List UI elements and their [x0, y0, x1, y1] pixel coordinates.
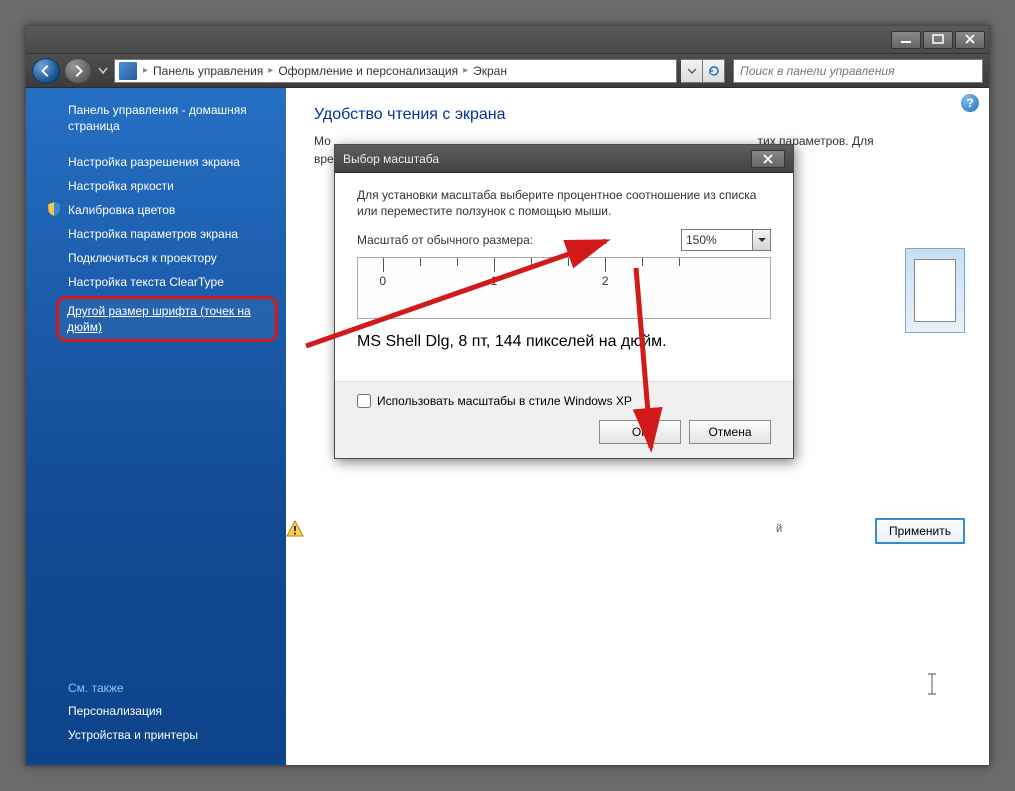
breadcrumb-item[interactable]: Экран [470, 64, 510, 78]
sidebar-item-cleartype[interactable]: Настройка текста ClearType [26, 270, 286, 294]
breadcrumb-item[interactable]: Оформление и персонализация [275, 64, 461, 78]
sidebar-item-brightness[interactable]: Настройка яркости [26, 174, 286, 198]
sidebar-item-calibration[interactable]: Калибровка цветов [26, 198, 286, 222]
window-titlebar [26, 26, 989, 54]
sample-text: MS Shell Dlg, 8 пт, 144 пикселей на дюйм… [357, 333, 771, 351]
forward-button[interactable] [64, 58, 92, 84]
truncated-text: й [776, 523, 782, 535]
ruler-tick-2: 2 [602, 274, 609, 288]
history-dropdown-icon[interactable] [96, 62, 110, 80]
breadcrumb-item[interactable]: Панель управления [150, 64, 266, 78]
scale-combobox[interactable]: 150% [681, 229, 753, 251]
dialog-instructions: Для установки масштаба выберите процентн… [357, 187, 771, 219]
preview-thumbnail [905, 248, 965, 333]
sidebar-item-screen-params[interactable]: Настройка параметров экрана [26, 222, 286, 246]
control-panel-window: ▸ Панель управления ▸ Оформление и персо… [25, 25, 990, 766]
maximize-button[interactable] [923, 31, 953, 49]
sidebar-item-dpi[interactable]: Другой размер шрифта (точек на дюйм) [56, 296, 278, 342]
warning-icon [286, 520, 304, 538]
address-bar[interactable]: ▸ Панель управления ▸ Оформление и персо… [114, 59, 677, 83]
control-panel-icon [119, 62, 137, 80]
xp-style-label: Использовать масштабы в стиле Windows XP [377, 394, 632, 408]
dialog-titlebar: Выбор масштаба [335, 145, 793, 173]
search-field[interactable] [733, 59, 983, 83]
scale-label: Масштаб от обычного размера: [357, 233, 681, 247]
scale-value: 150% [686, 233, 717, 247]
sidebar: Панель управления - домашняя страница На… [26, 88, 286, 765]
address-dropdown-icon[interactable] [681, 59, 703, 83]
refresh-button[interactable] [703, 59, 725, 83]
text-cursor-icon [925, 673, 939, 695]
apply-button[interactable]: Применить [875, 518, 965, 544]
minimize-button[interactable] [891, 31, 921, 49]
dialog-title: Выбор масштаба [343, 152, 751, 166]
ruler-tick-1: 1 [491, 274, 498, 288]
scale-dropdown-button[interactable] [753, 229, 771, 251]
shield-icon [46, 201, 62, 217]
sidebar-item-devices-printers[interactable]: Устройства и принтеры [26, 723, 286, 747]
ruler-slider[interactable]: 0 1 2 [357, 257, 771, 319]
close-button[interactable] [955, 31, 985, 49]
cancel-button[interactable]: Отмена [689, 420, 771, 444]
xp-style-checkbox[interactable] [357, 394, 371, 408]
navigation-bar: ▸ Панель управления ▸ Оформление и персо… [26, 54, 989, 88]
scale-dialog: Выбор масштаба Для установки масштаба вы… [334, 144, 794, 459]
sidebar-item-projector[interactable]: Подключиться к проектору [26, 246, 286, 270]
page-title: Удобство чтения с экрана [314, 106, 961, 124]
dialog-body: Для установки масштаба выберите процентн… [335, 173, 793, 381]
sidebar-home-link[interactable]: Панель управления - домашняя страница [26, 102, 286, 138]
help-icon[interactable]: ? [961, 94, 979, 112]
sidebar-item-personalization[interactable]: Персонализация [26, 699, 286, 723]
sidebar-item-resolution[interactable]: Настройка разрешения экрана [26, 150, 286, 174]
ruler-tick-0: 0 [379, 274, 386, 288]
ok-button[interactable]: ОК [599, 420, 681, 444]
dialog-close-button[interactable] [751, 150, 785, 168]
back-button[interactable] [32, 58, 60, 84]
search-input[interactable] [740, 64, 976, 78]
see-also-label: См. также [26, 677, 286, 699]
dialog-footer: Использовать масштабы в стиле Windows XP… [335, 381, 793, 458]
